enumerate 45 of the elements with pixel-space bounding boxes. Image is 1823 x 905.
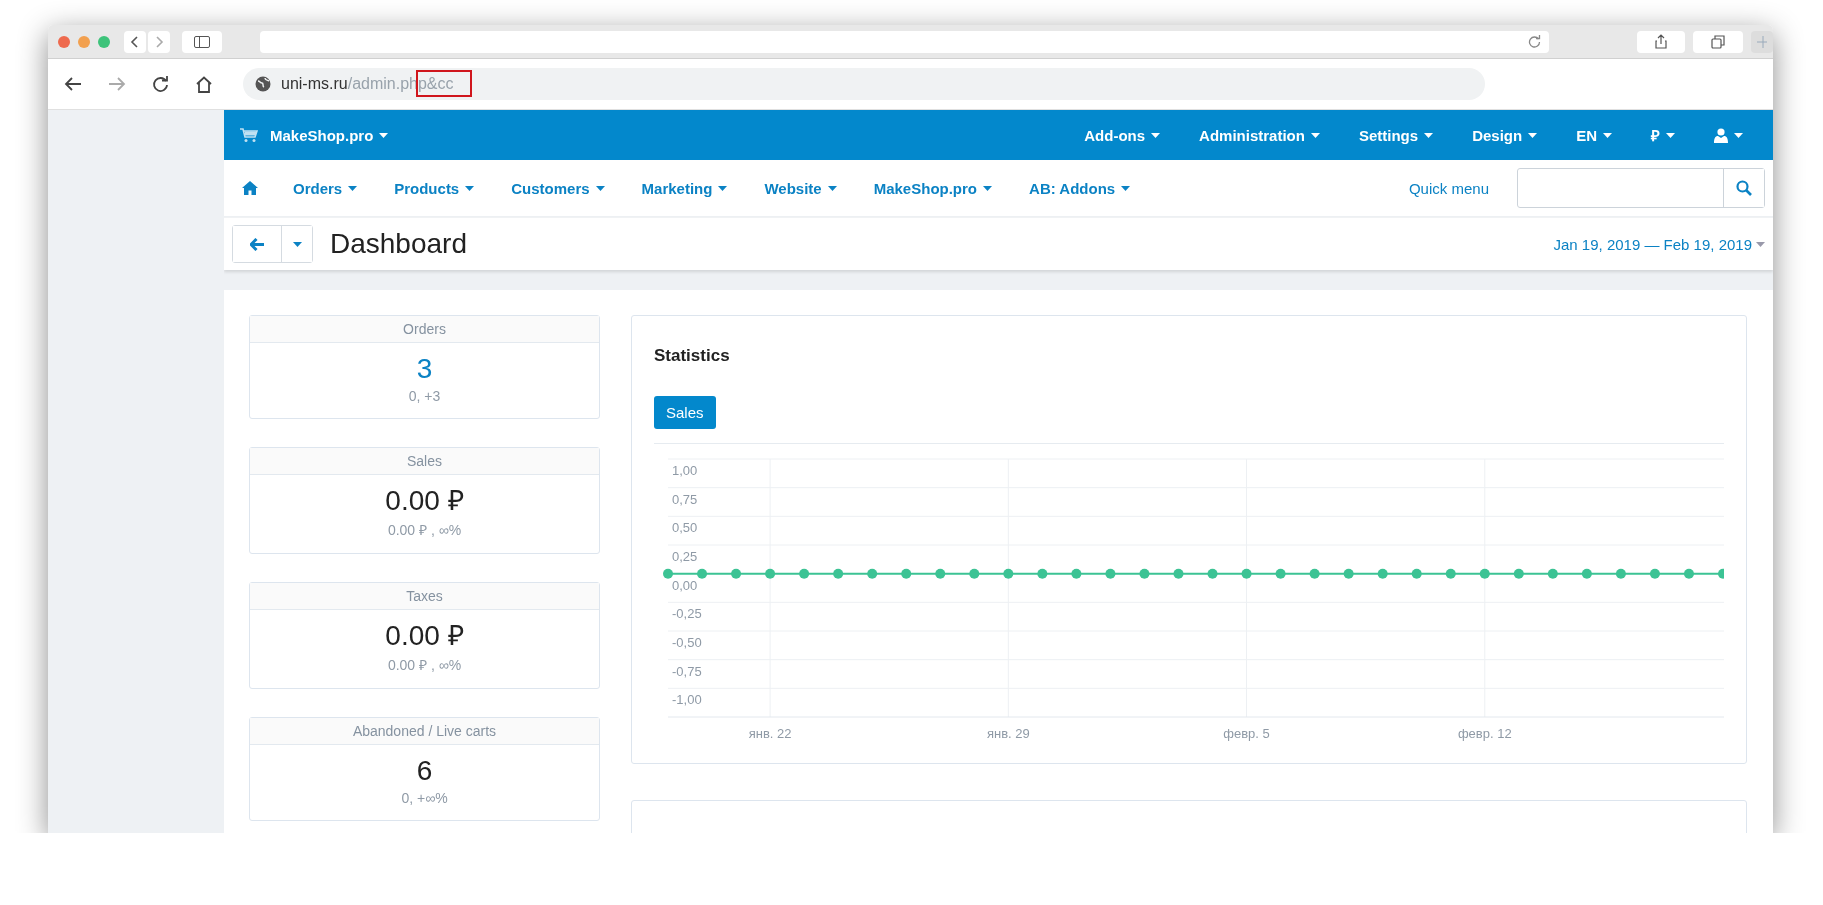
top-menu-item[interactable]: Design	[1472, 126, 1538, 144]
y-tick-label: 0,25	[672, 549, 698, 564]
nav-menu-item[interactable]: Marketing	[641, 179, 728, 197]
y-tick-label: 0,00	[672, 577, 698, 593]
y-tick-label: -0,75	[672, 663, 702, 679]
y-tick-label: 0,50	[672, 520, 698, 536]
date-range-picker[interactable]: Jan 19, 2019 — Feb 19, 2019	[1553, 235, 1765, 253]
y-tick-label: -0,25	[672, 606, 702, 622]
top-menu-item[interactable]: Settings	[1358, 126, 1434, 144]
top-menu-item[interactable]: Administration	[1199, 126, 1320, 144]
brand-menu-link[interactable]: MakeShop.pro	[270, 126, 389, 144]
stat-value[interactable]: 3	[250, 352, 599, 386]
stat-title: Sales	[250, 448, 599, 475]
y-tick-label: 0,75	[672, 491, 698, 507]
stat-title: Abandoned / Live carts	[250, 718, 599, 745]
x-tick-label: февр. 5	[1223, 726, 1270, 741]
stat-value: 0.00 ₽	[384, 619, 465, 653]
x-tick-label: янв. 29	[986, 726, 1030, 741]
quick-menu-link[interactable]: Quick menu	[1408, 179, 1489, 197]
chart-tab[interactable]: Sales	[654, 396, 716, 429]
stat-change: 0, +∞%	[400, 790, 449, 806]
top-menu-item[interactable]: ₽	[1651, 125, 1675, 145]
stat-value: 6	[415, 754, 434, 788]
y-tick-label: -1,00	[672, 692, 702, 708]
nav-menu-item[interactable]: Products	[394, 179, 475, 197]
y-tick-label: -0,50	[672, 635, 702, 650]
top-menu-item[interactable]: EN	[1576, 126, 1612, 144]
stat-value: 0.00 ₽	[384, 484, 465, 518]
nav-menu-item[interactable]: Orders	[293, 179, 358, 197]
x-tick-label: янв. 22	[748, 726, 792, 741]
stat-title: Taxes	[250, 583, 599, 610]
x-tick-label: февр. 12	[1457, 726, 1512, 741]
nav-menu-item[interactable]: Customers	[511, 179, 605, 197]
stat-change: 0.00 ₽ , ∞%	[386, 521, 463, 539]
y-tick-label: 1,00	[672, 463, 698, 478]
stat-change: 0.00 ₽ , ∞%	[386, 656, 463, 674]
top-menu-item[interactable]: Add-ons	[1084, 126, 1161, 144]
nav-menu-item[interactable]: Website	[764, 179, 837, 197]
nav-menu-item[interactable]: AB: Addons	[1029, 179, 1131, 197]
section-title: Statistics	[654, 346, 731, 366]
stat-title: Orders	[250, 316, 599, 343]
address-field[interactable]: uni-ms.ru/admin.php&cc	[243, 68, 1485, 100]
nav-menu-item[interactable]: MakeShop.pro	[873, 179, 993, 197]
page-title: Dashboard	[330, 228, 467, 260]
stat-change: 0, +3	[407, 388, 442, 404]
